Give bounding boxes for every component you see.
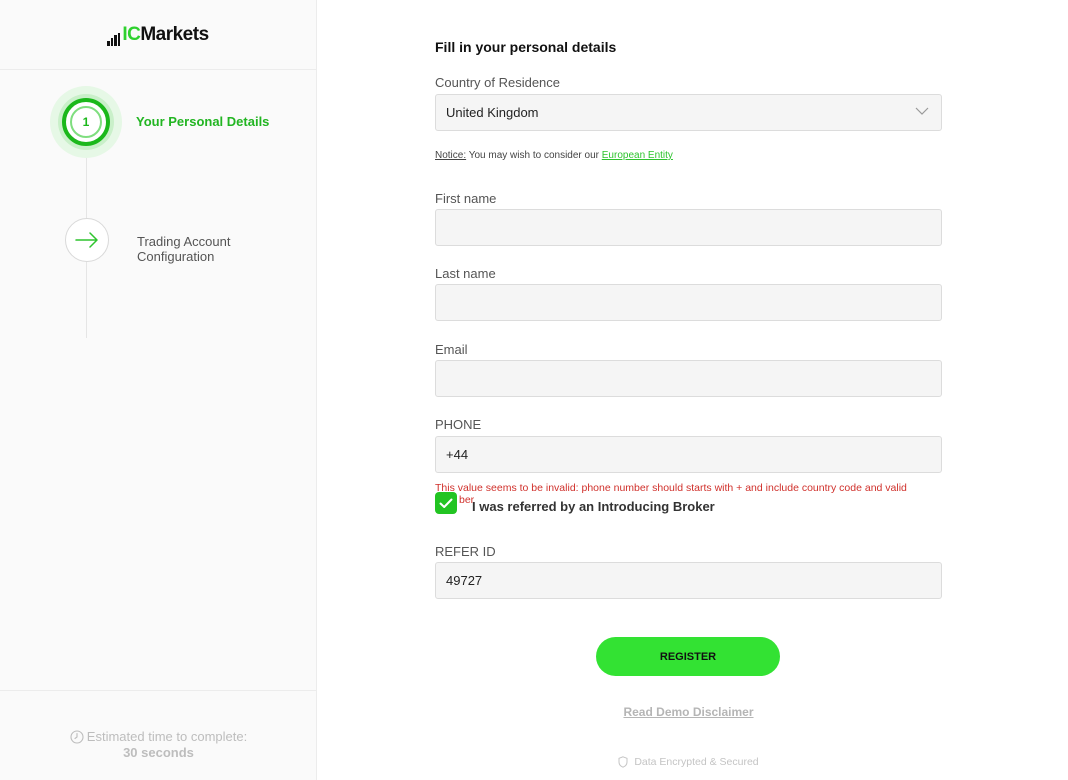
logo-markets-text: Markets xyxy=(140,23,209,45)
shield-icon xyxy=(618,756,628,768)
step-2-indicator xyxy=(65,218,109,262)
checkmark-icon xyxy=(439,498,453,508)
step-2-label-line1: Trading Account xyxy=(137,234,231,249)
estimated-time: Estimated time to complete: 30 seconds xyxy=(0,690,317,780)
referred-checkbox[interactable] xyxy=(435,492,457,514)
refer-id-field[interactable]: 49727 xyxy=(435,562,942,599)
referred-checkbox-label[interactable]: I was referred by an Introducing Broker xyxy=(472,499,715,514)
european-entity-link[interactable]: European Entity xyxy=(602,150,673,161)
notice-body: You may wish to consider our xyxy=(466,150,602,161)
last-name-label: Last name xyxy=(435,266,496,281)
logo-ic-text: IC xyxy=(122,23,141,45)
first-name-field[interactable] xyxy=(435,209,942,246)
first-name-label: First name xyxy=(435,191,497,206)
refer-id-label: REFER ID xyxy=(435,544,496,559)
ic-markets-logo[interactable]: IC Markets xyxy=(107,23,209,46)
notice-prefix: Notice: xyxy=(435,150,467,161)
chevron-down-icon xyxy=(915,107,929,115)
step-1-label: Your Personal Details xyxy=(136,114,270,129)
notice-text: Notice: You may wish to consider our Eur… xyxy=(435,150,673,161)
country-select-value: United Kingdom xyxy=(446,105,539,120)
step-1-indicator: 1 xyxy=(62,98,110,146)
country-label: Country of Residence xyxy=(435,75,561,90)
estimated-time-value: 30 seconds xyxy=(123,745,194,760)
step-2-label: Trading Account Configuration xyxy=(137,234,277,264)
phone-error-message: This value seems to be invalid: phone nu… xyxy=(435,482,907,494)
last-name-field[interactable] xyxy=(435,284,942,321)
form-title: Fill in your personal details xyxy=(435,39,617,55)
country-select[interactable]: United Kingdom xyxy=(435,94,942,131)
phone-field[interactable]: +44 xyxy=(435,436,942,473)
logo-bars-icon xyxy=(107,32,121,46)
step-2-label-line2: Configuration xyxy=(137,249,215,264)
step-1-number: 1 xyxy=(70,106,102,138)
sidebar: IC Markets 1 Your Personal Details Tradi… xyxy=(0,0,317,780)
clock-icon xyxy=(70,729,84,744)
arrow-right-icon xyxy=(75,232,98,248)
email-label: Email xyxy=(435,342,468,357)
phone-label: PHONE xyxy=(435,417,482,432)
estimated-time-label: Estimated time to complete: xyxy=(86,729,248,744)
demo-disclaimer-link[interactable]: Read Demo Disclaimer xyxy=(435,705,942,719)
email-field[interactable] xyxy=(435,360,942,397)
data-secured-note: Data Encrypted & Secured xyxy=(435,756,942,768)
logo-bar: IC Markets xyxy=(0,0,316,70)
register-button[interactable]: REGISTER xyxy=(596,637,780,676)
data-secured-text: Data Encrypted & Secured xyxy=(634,756,759,768)
